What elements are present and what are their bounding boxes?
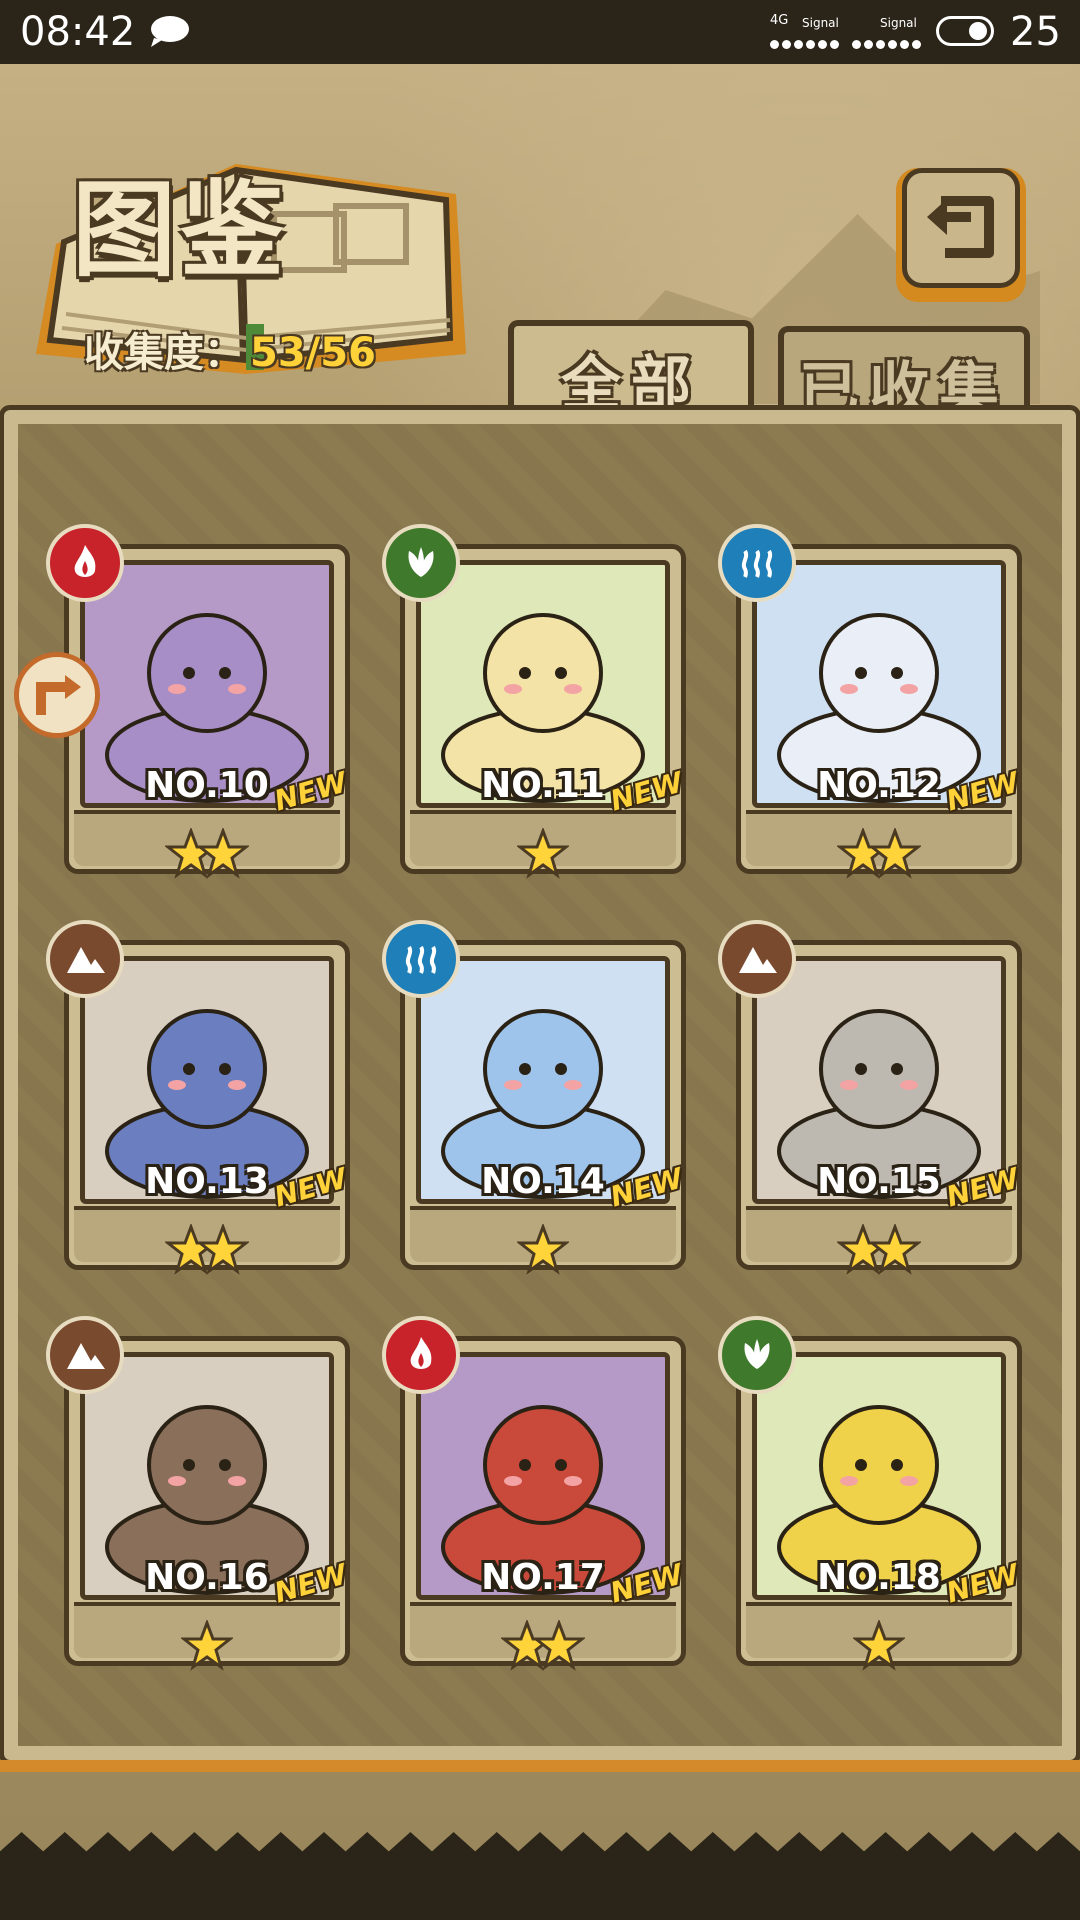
- earth-element-icon: [46, 920, 124, 998]
- earth-element-icon: [46, 1316, 124, 1394]
- monster-card[interactable]: NO.15 NEW: [718, 920, 1022, 1275]
- rarity-stars: [400, 1620, 686, 1680]
- rarity-stars: [64, 1224, 350, 1284]
- status-time: 08:42: [20, 9, 136, 55]
- monster-card[interactable]: NO.14 NEW: [382, 920, 686, 1275]
- monster-card[interactable]: NO.10 NEW: [46, 524, 350, 879]
- water-element-icon: [718, 524, 796, 602]
- monster-card[interactable]: NO.13 NEW: [46, 920, 350, 1275]
- network-type: 4G: [770, 13, 789, 28]
- collection-value: 53/56: [250, 330, 376, 376]
- star-icon: [197, 1224, 249, 1275]
- star-icon: [181, 1620, 233, 1671]
- monster-card[interactable]: NO.11 NEW: [382, 524, 686, 879]
- rarity-stars: [64, 1620, 350, 1680]
- monster-card[interactable]: NO.18 NEW: [718, 1316, 1022, 1671]
- page-title: 图鉴: [72, 169, 289, 291]
- leaf-element-icon: [382, 524, 460, 602]
- signal-label-2: Signal: [880, 16, 917, 30]
- collection-progress: 收集度： 53/56: [84, 330, 376, 376]
- signal-label-1: Signal: [802, 16, 839, 30]
- star-icon: [869, 828, 921, 879]
- rarity-stars: [400, 1224, 686, 1284]
- fire-element-icon: [46, 524, 124, 602]
- star-icon: [197, 828, 249, 879]
- panel-bottom-edge: [0, 1760, 1080, 1772]
- battery-icon: [936, 16, 994, 46]
- arrow-turn-icon: [36, 675, 81, 715]
- rarity-stars: [736, 828, 1022, 888]
- back-button[interactable]: [896, 168, 1026, 302]
- chat-bubble-icon: [151, 16, 189, 47]
- rarity-stars: [64, 828, 350, 888]
- star-icon: [533, 1620, 585, 1671]
- monster-card[interactable]: NO.12 NEW: [718, 524, 1022, 879]
- monster-card[interactable]: NO.17 NEW: [382, 1316, 686, 1671]
- signal-strength-1: [770, 34, 842, 49]
- bottom-zigzag-border: [0, 1832, 1080, 1920]
- star-icon: [869, 1224, 921, 1275]
- water-element-icon: [382, 920, 460, 998]
- earth-element-icon: [718, 920, 796, 998]
- star-icon: [517, 828, 569, 879]
- rarity-stars: [400, 828, 686, 888]
- status-bar: 08:42 4G Signal Signal 25: [0, 0, 1080, 64]
- leaf-element-icon: [718, 1316, 796, 1394]
- signal-strength-2: [852, 34, 924, 49]
- monster-card[interactable]: NO.16 NEW: [46, 1316, 350, 1671]
- battery-level: 25: [1010, 9, 1061, 55]
- collection-label: 收集度：: [84, 330, 244, 376]
- side-collapse-button[interactable]: [14, 652, 100, 738]
- star-icon: [853, 1620, 905, 1671]
- rarity-stars: [736, 1224, 1022, 1284]
- fire-element-icon: [382, 1316, 460, 1394]
- star-icon: [517, 1224, 569, 1275]
- return-arrow-icon: [927, 196, 994, 258]
- rarity-stars: [736, 1620, 1022, 1680]
